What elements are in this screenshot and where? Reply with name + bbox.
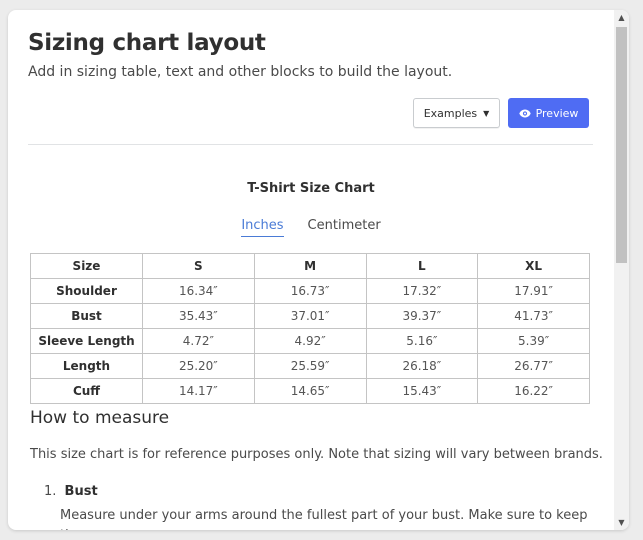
modal-content: Sizing chart layout Add in sizing table,…	[8, 10, 614, 530]
table-cell: 35.43″	[142, 303, 255, 329]
table-cell: 17.32″	[365, 278, 479, 304]
preview-button[interactable]: Preview	[508, 98, 589, 128]
page-title: Sizing chart layout	[28, 30, 266, 56]
examples-dropdown-button[interactable]: Examples ▼	[413, 98, 500, 128]
table-cell: 5.16″	[365, 328, 479, 354]
table-row: Cuff 14.17″ 14.65″ 15.43″ 16.22″	[30, 378, 590, 404]
row-label: Cuff	[30, 378, 143, 404]
table-header-row: Size S M L XL	[30, 253, 590, 279]
table-cell: 16.73″	[253, 278, 367, 304]
size-table: Size S M L XL Shoulder 16.34″ 16.73″ 17.…	[30, 253, 590, 404]
table-cell: 26.18″	[365, 353, 479, 379]
tab-inches[interactable]: Inches	[241, 218, 284, 237]
row-label: Bust	[30, 303, 143, 329]
table-row: Sleeve Length 4.72″ 4.92″ 5.16″ 5.39″	[30, 328, 590, 354]
table-cell: 17.91″	[477, 278, 590, 304]
table-row: Length 25.20″ 25.59″ 26.18″ 26.77″	[30, 353, 590, 379]
unit-tabs: Inches Centimeter	[8, 218, 614, 237]
scroll-down-arrow-icon[interactable]: ▼	[614, 515, 629, 530]
tab-centimeter[interactable]: Centimeter	[308, 218, 381, 237]
table-cell: 5.39″	[477, 328, 590, 354]
table-cell: 41.73″	[477, 303, 590, 329]
column-header: M	[253, 253, 367, 279]
table-cell: 4.92″	[253, 328, 367, 354]
sizing-chart-modal: Sizing chart layout Add in sizing table,…	[8, 10, 629, 530]
row-label: Length	[30, 353, 143, 379]
column-header: L	[365, 253, 479, 279]
list-item-name: Bust	[64, 484, 98, 499]
table-cell: 14.65″	[253, 378, 367, 404]
table-cell: 15.43″	[365, 378, 479, 404]
reference-note: This size chart is for reference purpose…	[30, 447, 603, 462]
preview-label: Preview	[535, 106, 579, 120]
header-divider	[28, 144, 593, 145]
list-item-description: Measure under your arms around the fulle…	[60, 508, 588, 530]
table-cell: 16.22″	[477, 378, 590, 404]
table-cell: 25.59″	[253, 353, 367, 379]
list-item: 1. Bust	[44, 484, 98, 499]
list-item-number: 1.	[44, 484, 57, 499]
scrollbar-thumb[interactable]	[616, 27, 627, 263]
table-cell: 4.72″	[142, 328, 255, 354]
eye-icon	[518, 109, 531, 118]
column-header: XL	[477, 253, 590, 279]
scroll-up-arrow-icon[interactable]: ▲	[614, 10, 629, 25]
vertical-scrollbar[interactable]: ▲ ▼	[614, 10, 629, 530]
table-row: Shoulder 16.34″ 16.73″ 17.32″ 17.91″	[30, 278, 590, 304]
table-cell: 14.17″	[142, 378, 255, 404]
column-header: Size	[30, 253, 143, 279]
table-cell: 16.34″	[142, 278, 255, 304]
column-header: S	[142, 253, 255, 279]
examples-label: Examples	[423, 106, 478, 120]
how-to-measure-heading: How to measure	[30, 408, 170, 428]
table-cell: 25.20″	[142, 353, 255, 379]
row-label: Shoulder	[30, 278, 143, 304]
table-cell: 26.77″	[477, 353, 590, 379]
row-label: Sleeve Length	[30, 328, 143, 354]
table-cell: 37.01″	[253, 303, 367, 329]
size-chart-title: T-Shirt Size Chart	[247, 181, 375, 196]
page-subtitle: Add in sizing table, text and other bloc…	[28, 64, 453, 80]
table-row: Bust 35.43″ 37.01″ 39.37″ 41.73″	[30, 303, 590, 329]
table-cell: 39.37″	[365, 303, 479, 329]
caret-down-icon: ▼	[483, 108, 490, 118]
